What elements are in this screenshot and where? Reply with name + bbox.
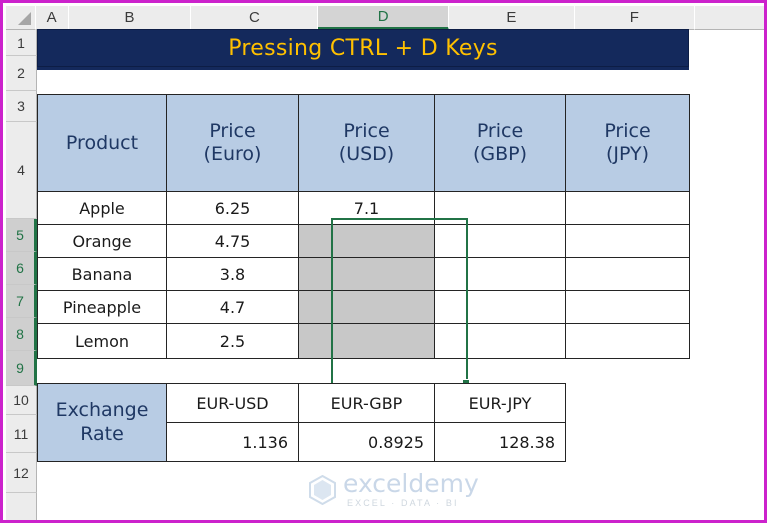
row-header-10[interactable]: 10 [6, 386, 37, 415]
table-row: Orange 4.75 [37, 224, 690, 258]
cell-product[interactable]: Apple [37, 191, 167, 225]
column-header-b[interactable]: B [68, 6, 192, 30]
cell-price-usd[interactable] [298, 323, 435, 359]
cell-price-gbp[interactable] [434, 257, 566, 291]
cell-price-euro[interactable]: 6.25 [166, 191, 299, 225]
column-header-d[interactable]: D [318, 6, 449, 30]
cell-price-gbp[interactable] [434, 224, 566, 258]
cell-price-gbp[interactable] [434, 191, 566, 225]
rate-pair-eur-jpy[interactable]: EUR-JPY [434, 383, 566, 423]
header-line-1: Product [65, 131, 139, 154]
exchange-rate-table: Exchange Rate EUR-USD EUR-GBP EUR-JPY 1.… [37, 383, 566, 462]
column-header-c[interactable]: C [191, 6, 319, 30]
cell-price-jpy[interactable] [565, 224, 690, 258]
rate-pair-eur-usd[interactable]: EUR-USD [166, 383, 299, 423]
row-header-9[interactable]: 9 [6, 351, 37, 386]
header-cell-price-euro[interactable]: Price (Euro) [166, 94, 299, 192]
select-all-triangle-icon [17, 12, 31, 25]
rate-table-row: Exchange Rate EUR-USD EUR-GBP EUR-JPY [37, 383, 566, 462]
row-header-13-partial[interactable] [6, 493, 37, 520]
title-banner-text: Pressing CTRL + D Keys [228, 35, 498, 61]
column-header-f[interactable]: F [574, 6, 695, 30]
exchange-rate-label[interactable]: Exchange Rate [37, 383, 167, 462]
column-header-a[interactable]: A [35, 6, 69, 30]
header-cell-price-gbp[interactable]: Price (GBP) [434, 94, 566, 192]
table-row: Pineapple 4.7 [37, 290, 690, 324]
header-line-1: Price [343, 120, 390, 143]
exchange-rate-label-line-1: Exchange [55, 398, 149, 421]
table-header-row: Product Price (Euro) Price (USD) Price (… [37, 94, 690, 192]
row-header-3[interactable]: 3 [6, 91, 37, 122]
column-header-e[interactable]: E [448, 6, 575, 30]
row-header-bar: 1 2 3 4 5 6 7 8 9 10 11 12 [6, 30, 37, 520]
rate-value-eur-gbp[interactable]: 0.8925 [298, 422, 435, 462]
header-cell-price-jpy[interactable]: Price (JPY) [565, 94, 690, 192]
rate-pair-eur-gbp[interactable]: EUR-GBP [298, 383, 435, 423]
cell-product[interactable]: Lemon [37, 323, 167, 359]
table-row: Banana 3.8 [37, 257, 690, 291]
select-all-button[interactable] [6, 6, 36, 30]
table-row: Apple 6.25 7.1 [37, 191, 690, 225]
excel-worksheet-screenshot: A B C D E F 1 2 3 4 5 6 7 8 9 10 11 12 P… [0, 0, 767, 523]
cell-price-usd[interactable]: 7.1 [298, 191, 435, 225]
table-row: Lemon 2.5 [37, 323, 690, 359]
cell-price-jpy[interactable] [565, 290, 690, 324]
header-line-1: Price [209, 120, 256, 143]
header-line-2: (Euro) [203, 143, 262, 165]
row-header-5[interactable]: 5 [6, 219, 37, 252]
cell-price-euro[interactable]: 2.5 [166, 323, 299, 359]
header-cell-product[interactable]: Product [37, 94, 167, 192]
header-line-2: (GBP) [472, 143, 528, 165]
header-line-1: Price [604, 120, 651, 143]
cell-price-gbp[interactable] [434, 323, 566, 359]
cell-price-jpy[interactable] [565, 323, 690, 359]
cell-price-jpy[interactable] [565, 257, 690, 291]
cell-price-jpy[interactable] [565, 191, 690, 225]
header-line-2: (USD) [338, 143, 395, 165]
cell-price-gbp[interactable] [434, 290, 566, 324]
price-table: Product Price (Euro) Price (USD) Price (… [37, 94, 690, 359]
header-line-1: Price [476, 120, 524, 143]
row-header-2[interactable]: 2 [6, 56, 37, 91]
cell-price-euro[interactable]: 4.75 [166, 224, 299, 258]
cell-price-usd[interactable] [298, 224, 435, 258]
rate-value-eur-usd[interactable]: 1.136 [166, 422, 299, 462]
title-banner-shadow [37, 67, 689, 70]
column-header-g-partial[interactable] [694, 6, 764, 30]
cell-price-usd[interactable] [298, 257, 435, 291]
cell-price-euro[interactable]: 4.7 [166, 290, 299, 324]
cell-price-usd[interactable] [298, 290, 435, 324]
row-header-1[interactable]: 1 [6, 30, 37, 56]
rate-value-eur-jpy[interactable]: 128.38 [434, 422, 566, 462]
column-header-bar: A B C D E F [6, 6, 764, 30]
header-cell-price-usd[interactable]: Price (USD) [298, 94, 435, 192]
row-header-7[interactable]: 7 [6, 285, 37, 318]
exchange-rate-label-line-2: Rate [80, 422, 124, 445]
row-header-8[interactable]: 8 [6, 318, 37, 351]
row-header-12[interactable]: 12 [6, 453, 37, 493]
title-banner-cell[interactable]: Pressing CTRL + D Keys [37, 29, 689, 67]
cell-product[interactable]: Pineapple [37, 290, 167, 324]
row-header-11[interactable]: 11 [6, 415, 37, 453]
cell-price-euro[interactable]: 3.8 [166, 257, 299, 291]
cell-product[interactable]: Orange [37, 224, 167, 258]
header-line-2: (JPY) [605, 143, 650, 165]
row-header-6[interactable]: 6 [6, 252, 37, 285]
row-header-4[interactable]: 4 [6, 122, 37, 219]
cell-product[interactable]: Banana [37, 257, 167, 291]
